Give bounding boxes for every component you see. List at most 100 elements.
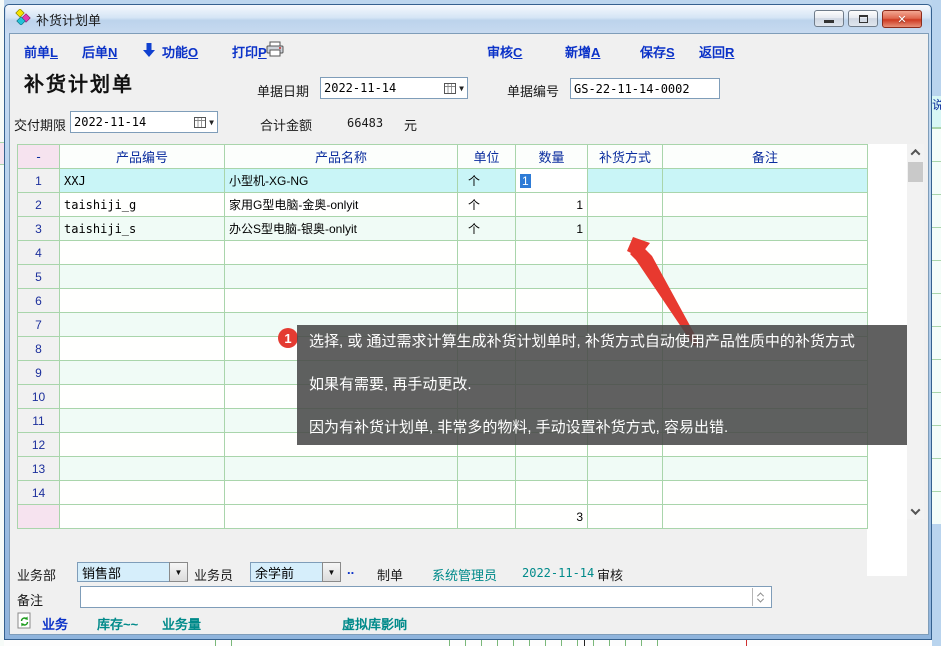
dept-combobox[interactable]: 销售部 ▼ — [77, 562, 188, 582]
delivery-date-input[interactable]: 2022-11-14 ▼ — [70, 111, 218, 133]
cell-no[interactable]: 7 — [18, 313, 60, 337]
cell-code[interactable] — [60, 241, 225, 265]
column-header[interactable]: 产品名称 — [225, 145, 458, 169]
column-header[interactable]: 单位 — [458, 145, 516, 169]
column-header[interactable]: 备注 — [663, 145, 868, 169]
printer-icon[interactable] — [266, 41, 284, 62]
scroll-down-button[interactable] — [907, 503, 924, 519]
cell-unit[interactable] — [458, 265, 516, 289]
cell-code[interactable] — [60, 337, 225, 361]
cell-qty[interactable]: 1 — [516, 169, 588, 193]
cell-name[interactable]: 办公S型电脑-银奥-onlyit — [225, 217, 458, 241]
cell-method[interactable] — [588, 505, 663, 529]
cell-unit[interactable] — [458, 505, 516, 529]
cell-method[interactable] — [588, 481, 663, 505]
chevron-down-icon[interactable]: ▼ — [169, 562, 188, 582]
cell-no[interactable]: 1 — [18, 169, 60, 193]
cell-method[interactable] — [588, 457, 663, 481]
cell-code[interactable]: taishiji_g — [60, 193, 225, 217]
cell-qty[interactable] — [516, 265, 588, 289]
cell-no[interactable]: 13 — [18, 457, 60, 481]
cell-code[interactable] — [60, 457, 225, 481]
cell-unit[interactable]: 个 — [458, 169, 516, 193]
chevron-down-icon[interactable]: ▼ — [322, 562, 341, 582]
cell-method[interactable] — [588, 193, 663, 217]
toolbar-print-button[interactable]: 打印P — [232, 42, 267, 61]
cell-code[interactable] — [60, 265, 225, 289]
cell-qty[interactable]: 1 — [516, 193, 588, 217]
column-header[interactable]: 数量 — [516, 145, 588, 169]
cell-code[interactable] — [60, 289, 225, 313]
cell-name[interactable] — [225, 481, 458, 505]
maximize-button[interactable] — [848, 10, 878, 27]
cell-no[interactable]: 5 — [18, 265, 60, 289]
doc-no-input[interactable]: GS-22-11-14-0002 — [570, 78, 720, 99]
cell-name[interactable] — [225, 289, 458, 313]
cell-code[interactable]: XXJ — [60, 169, 225, 193]
cell-qty[interactable] — [516, 241, 588, 265]
cell-remark[interactable] — [663, 193, 868, 217]
cell-qty[interactable] — [516, 289, 588, 313]
cell-unit[interactable] — [458, 457, 516, 481]
cell-no[interactable]: 10 — [18, 385, 60, 409]
cell-remark[interactable] — [663, 505, 868, 529]
cell-code[interactable] — [60, 481, 225, 505]
titlebar[interactable]: 补货计划单 ✕ — [6, 5, 930, 33]
tab-business-volume[interactable]: 业务量 — [162, 614, 201, 633]
scrollbar-thumb[interactable] — [908, 162, 923, 182]
cell-name[interactable] — [225, 505, 458, 529]
clerk-combobox[interactable]: 余学前 ▼ — [250, 562, 341, 582]
cell-unit[interactable]: 个 — [458, 193, 516, 217]
spinner-control[interactable] — [752, 588, 768, 606]
cell-name[interactable]: 家用G型电脑-金奥-onlyit — [225, 193, 458, 217]
cell-no[interactable]: 3 — [18, 217, 60, 241]
document-refresh-icon[interactable] — [17, 612, 32, 634]
cell-unit[interactable] — [458, 289, 516, 313]
calendar-icon[interactable] — [444, 83, 456, 94]
cell-no[interactable] — [18, 505, 60, 529]
cell-qty[interactable]: 1 — [516, 217, 588, 241]
toolbar-save-button[interactable]: 保存S — [640, 42, 675, 61]
cell-name[interactable] — [225, 265, 458, 289]
cell-qty[interactable] — [516, 457, 588, 481]
qty-edit-selection[interactable]: 1 — [520, 174, 531, 188]
cell-no[interactable]: 14 — [18, 481, 60, 505]
cell-code[interactable]: taishiji_s — [60, 217, 225, 241]
calendar-icon[interactable] — [194, 117, 206, 128]
cell-name[interactable] — [225, 241, 458, 265]
cell-code[interactable] — [60, 409, 225, 433]
toolbar-add-button[interactable]: 新增A — [565, 42, 600, 61]
cell-code[interactable] — [60, 361, 225, 385]
cell-unit[interactable] — [458, 241, 516, 265]
cell-method[interactable] — [588, 169, 663, 193]
cell-qty[interactable] — [516, 481, 588, 505]
cell-remark[interactable] — [663, 457, 868, 481]
tab-inventory[interactable]: 库存~~ — [97, 614, 138, 633]
cell-no[interactable]: 2 — [18, 193, 60, 217]
minimize-button[interactable] — [814, 10, 844, 27]
scroll-up-button[interactable] — [907, 144, 924, 160]
chevron-down-icon[interactable]: ▼ — [209, 118, 214, 127]
remark-input[interactable] — [80, 586, 772, 608]
tab-virtual-stock-impact[interactable]: 虚拟库影响 — [342, 614, 407, 633]
tab-business[interactable]: 业务 — [42, 614, 68, 633]
cell-no[interactable]: 4 — [18, 241, 60, 265]
cell-name[interactable] — [225, 457, 458, 481]
doc-date-input[interactable]: 2022-11-14 ▼ — [320, 77, 468, 99]
cell-code[interactable] — [60, 505, 225, 529]
toolbar-function-button[interactable]: 功能O — [162, 42, 198, 61]
cell-code[interactable] — [60, 433, 225, 457]
cell-remark[interactable] — [663, 169, 868, 193]
toolbar-audit-button[interactable]: 审核C — [487, 42, 522, 61]
column-header[interactable]: 产品编号 — [60, 145, 225, 169]
cell-unit[interactable] — [458, 481, 516, 505]
cell-code[interactable] — [60, 385, 225, 409]
cell-no[interactable]: 8 — [18, 337, 60, 361]
vertical-scrollbar[interactable] — [907, 144, 924, 519]
column-header[interactable]: - — [18, 145, 60, 169]
toolbar-return-button[interactable]: 返回R — [699, 42, 734, 61]
cell-unit[interactable]: 个 — [458, 217, 516, 241]
toolbar-prev-button[interactable]: 前单L — [24, 42, 58, 61]
chevron-down-icon[interactable]: ▼ — [459, 84, 464, 93]
toolbar-next-button[interactable]: 后单N — [82, 42, 117, 61]
